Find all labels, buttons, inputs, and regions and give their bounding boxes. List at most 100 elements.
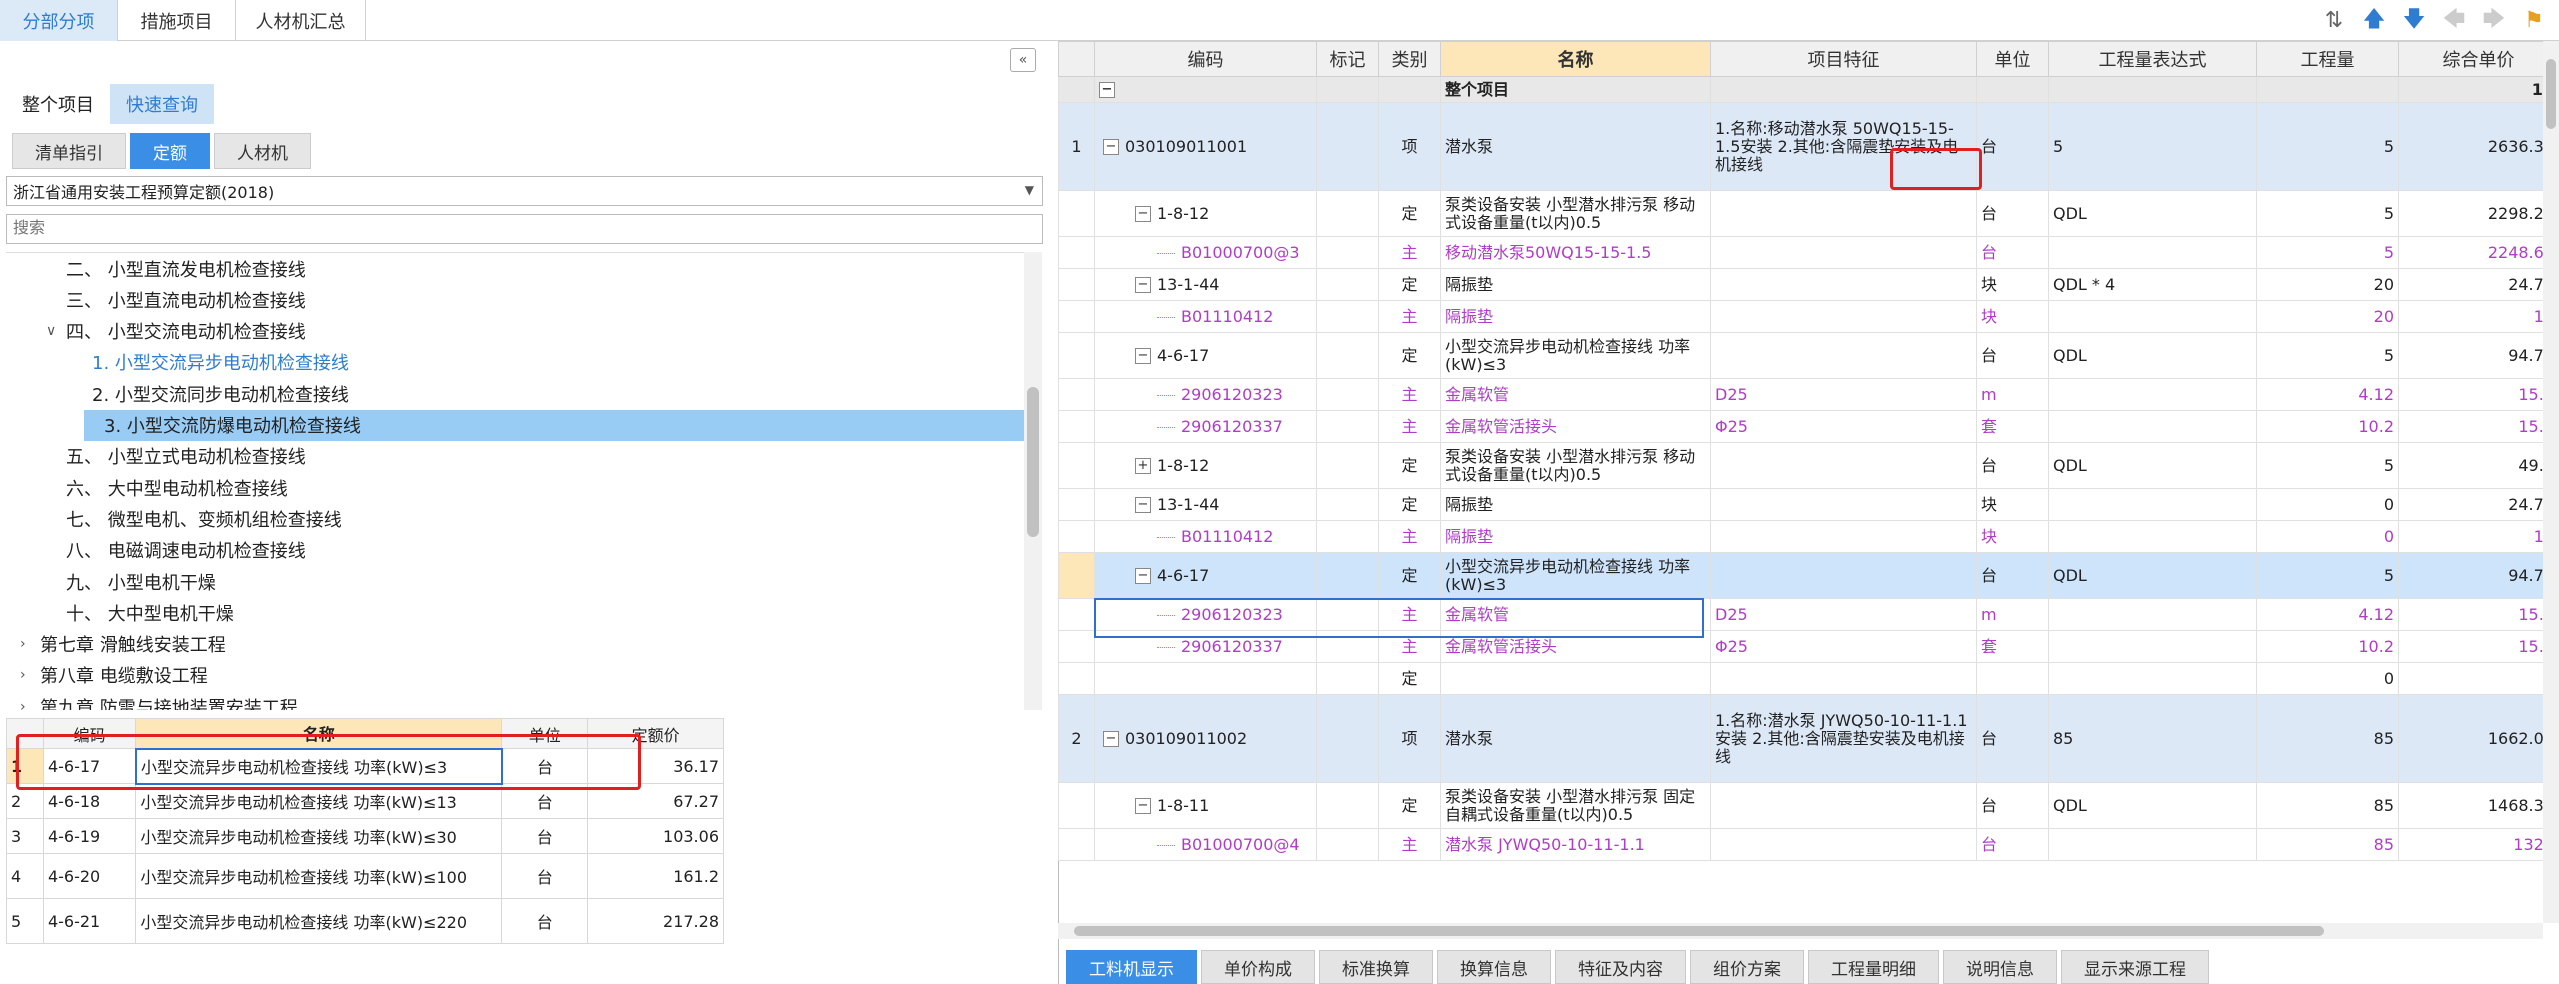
search-input[interactable] (6, 214, 1043, 244)
name-cell[interactable]: 金属软管 (1440, 378, 1711, 411)
code-cell[interactable]: 2906120323 (1094, 378, 1317, 411)
detail-tab-4[interactable]: 特征及内容 (1555, 950, 1686, 984)
mark-cell[interactable] (1316, 520, 1379, 553)
grid-col-header[interactable]: 工程量表达式 (2048, 41, 2257, 77)
collapse-icon[interactable]: − (1135, 568, 1151, 584)
tree-node[interactable]: › 第七章 滑触线安装工程 (6, 629, 1024, 660)
code-cell[interactable]: −4-6-17 (1094, 332, 1317, 379)
expression-cell[interactable] (2048, 598, 2257, 631)
collapse-icon[interactable]: − (1135, 206, 1151, 222)
quantity-cell[interactable]: 85 (2256, 782, 2399, 829)
code-cell[interactable] (1094, 662, 1317, 695)
expression-cell[interactable] (2048, 662, 2257, 695)
quantity-cell[interactable]: 0 (2256, 662, 2399, 695)
detail-tab-1[interactable]: 单价构成 (1201, 950, 1315, 984)
expression-cell[interactable]: QDL (2048, 190, 2257, 237)
top-tab-2[interactable]: 人材机汇总 (236, 0, 366, 41)
feature-cell[interactable] (1710, 828, 1977, 861)
tree-node[interactable]: 1. 小型交流异步电动机检查接线 (6, 347, 1024, 378)
mark-cell[interactable] (1316, 782, 1379, 829)
expression-cell[interactable] (2048, 520, 2257, 553)
tab-whole-project[interactable]: 整个项目 (6, 84, 110, 124)
mark-cell[interactable] (1316, 694, 1379, 783)
code-cell[interactable]: −030109011002 (1094, 694, 1317, 783)
tree-node[interactable]: 七、 微型电机、变频机组检查接线 (6, 503, 1024, 534)
name-cell[interactable]: 小型交流异步电动机检查接线 功率(kW)≤3 (1440, 332, 1711, 379)
feature-cell[interactable] (1710, 268, 1977, 301)
quota-row[interactable]: 5 4-6-21 小型交流异步电动机检查接线 功率(kW)≤220 台 217.28 (6, 898, 724, 944)
expression-cell[interactable]: QDL (2048, 442, 2257, 489)
feature-cell[interactable] (1710, 520, 1977, 553)
name-cell[interactable]: 移动潜水泵50WQ15-15-1.5 (1440, 236, 1711, 269)
grid-horizontal-scrollbar[interactable] (1058, 923, 2543, 939)
expression-cell[interactable] (2048, 378, 2257, 411)
quantity-cell[interactable]: 4.12 (2256, 378, 2399, 411)
material-row[interactable]: 2906120323 主金属软管D25m 4.1215.5 (1058, 378, 2543, 411)
expression-cell[interactable] (2048, 630, 2257, 663)
code-cell[interactable]: −1-8-12 (1094, 190, 1317, 237)
arrow-right-icon[interactable]: 🡆 (2477, 0, 2511, 41)
mark-cell[interactable] (1316, 552, 1379, 599)
mark-cell[interactable] (1316, 828, 1379, 861)
mark-cell[interactable] (1316, 102, 1379, 191)
quota-row[interactable]: 3 4-6-19 小型交流异步电动机检查接线 功率(kW)≤30 台 103.06 (6, 818, 724, 854)
mark-cell[interactable] (1316, 190, 1379, 237)
feature-cell[interactable]: 1.名称:潜水泵 JYWQ50-10-11-1.1安装 2.其他:含隔震垫安装及… (1710, 694, 1977, 783)
grid-col-header[interactable]: 编码 (1094, 41, 1317, 77)
quantity-cell[interactable]: 5 (2256, 102, 2399, 191)
name-cell[interactable]: 小型交流异步电动机检查接线 功率(kW)≤3 (1440, 552, 1711, 599)
quantity-cell[interactable]: 5 (2256, 332, 2399, 379)
grid-col-header[interactable] (1058, 41, 1095, 77)
quantity-cell[interactable]: 0 (2256, 488, 2399, 521)
detail-tab-5[interactable]: 组价方案 (1690, 950, 1804, 984)
name-cell[interactable]: 隔振垫 (1440, 488, 1711, 521)
code-cell[interactable]: B01000700@4 (1094, 828, 1317, 861)
expression-cell[interactable]: 5 (2048, 102, 2257, 191)
expand-icon[interactable]: › (20, 636, 40, 652)
flag-icon[interactable]: ⚑ (2517, 0, 2551, 41)
expand-icon[interactable]: › (20, 667, 40, 683)
tree-node[interactable]: 六、 大中型电动机检查接线 (6, 472, 1024, 503)
tree-node[interactable]: 五、 小型立式电动机检查接线 (6, 441, 1024, 472)
feature-cell[interactable] (1710, 442, 1977, 489)
tree-scrollbar[interactable] (1024, 252, 1042, 710)
quantity-cell[interactable]: 5 (2256, 236, 2399, 269)
mark-cell[interactable] (1316, 236, 1379, 269)
arrow-left-icon[interactable]: 🡄 (2437, 0, 2471, 41)
material-row[interactable]: 2906120337 主金属软管活接头Φ25套 10.215.5 (1058, 410, 2543, 443)
quantity-cell[interactable]: 5 (2256, 442, 2399, 489)
name-cell[interactable]: 隔振垫 (1440, 520, 1711, 553)
quantity-cell[interactable]: 10.2 (2256, 630, 2399, 663)
top-tab-1[interactable]: 措施项目 (118, 0, 236, 41)
tree-node[interactable]: 2. 小型交流同步电动机检查接线 (6, 378, 1024, 409)
quantity-cell[interactable]: 10.2 (2256, 410, 2399, 443)
tree-node[interactable]: ∨ 四、 小型交流电动机检查接线 (6, 316, 1024, 347)
mark-cell[interactable] (1316, 662, 1379, 695)
tree-node[interactable]: 二、 小型直流发电机检查接线 (6, 253, 1024, 284)
mark-cell[interactable] (1316, 300, 1379, 333)
tab-bill-guide[interactable]: 清单指引 (12, 133, 126, 169)
mark-cell[interactable] (1316, 410, 1379, 443)
collapse-icon[interactable]: − (1135, 497, 1151, 513)
grid-col-header[interactable]: 单位 (1976, 41, 2049, 77)
code-cell[interactable]: B01000700@3 (1094, 236, 1317, 269)
name-cell[interactable] (1440, 662, 1711, 695)
name-cell[interactable]: 泵类设备安装 小型潜水排污泵 固定自耦式设备重量(t以内)0.5 (1440, 782, 1711, 829)
tree-node[interactable]: 3. 小型交流防爆电动机检查接线 (84, 409, 1024, 441)
name-cell[interactable]: 隔振垫 (1440, 268, 1711, 301)
grid-col-header[interactable]: 类别 (1378, 41, 1441, 77)
name-cell[interactable]: 潜水泵 JYWQ50-10-11-1.1 (1440, 828, 1711, 861)
expression-cell[interactable]: QDL (2048, 782, 2257, 829)
material-row[interactable]: B01110412 主隔振垫 块 015 (1058, 520, 2543, 553)
code-cell[interactable]: −13-1-44 (1094, 268, 1317, 301)
code-cell[interactable]: +1-8-12 (1094, 442, 1317, 489)
name-cell[interactable]: 隔振垫 (1440, 300, 1711, 333)
code-cell[interactable]: −13-1-44 (1094, 488, 1317, 521)
tree-node[interactable]: › 第八章 电缆敷设工程 (6, 660, 1024, 691)
arrow-down-icon[interactable]: 🡇 (2397, 0, 2431, 41)
material-row[interactable]: B01000700@3 主移动潜水泵50WQ15-15-1.5 台 52248.67 (1058, 236, 2543, 269)
mark-cell[interactable] (1316, 268, 1379, 301)
expression-cell[interactable]: QDL (2048, 552, 2257, 599)
detail-tab-8[interactable]: 显示来源工程 (2061, 950, 2209, 984)
quantity-cell[interactable]: 85 (2256, 694, 2399, 783)
